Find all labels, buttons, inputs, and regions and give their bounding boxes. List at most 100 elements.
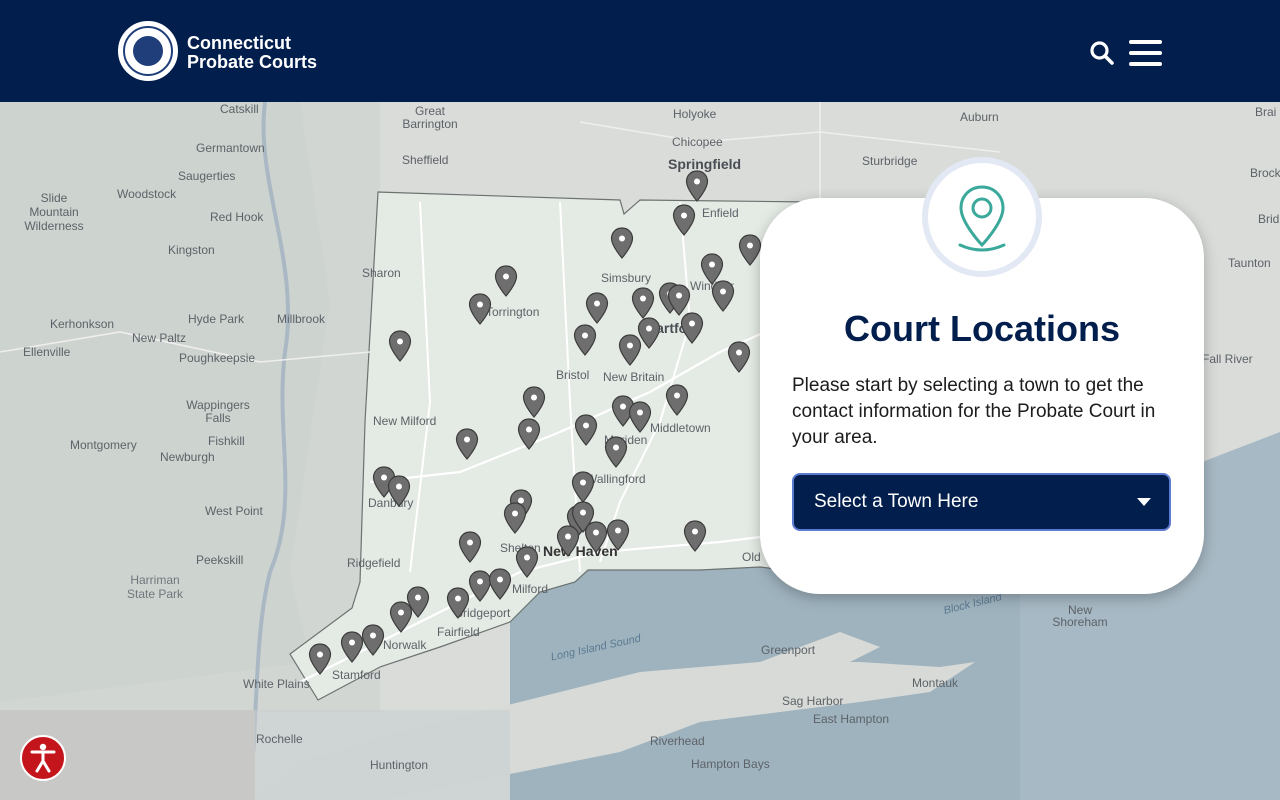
map-pin-icon[interactable] [515, 546, 539, 578]
map-pin-icon[interactable] [308, 643, 332, 675]
place-label: Enfield [702, 206, 739, 220]
place-label: New Shoreham [1052, 603, 1108, 629]
map-pin-icon[interactable] [522, 386, 546, 418]
place-label: Huntington [370, 758, 429, 772]
accessibility-icon [30, 743, 56, 773]
map-pin-icon[interactable] [685, 170, 709, 202]
map-pin-icon[interactable] [584, 521, 608, 553]
place-label: Hampton Bays [691, 757, 770, 771]
hamburger-icon-bar [1129, 51, 1162, 55]
menu-button[interactable] [1129, 40, 1163, 66]
place-label: Taunton [1228, 256, 1271, 270]
map-pin-icon[interactable] [604, 436, 628, 468]
place-label: Peekskill [196, 553, 244, 567]
place-label: Hyde Park [188, 312, 245, 326]
map-pin-icon[interactable] [618, 334, 642, 366]
map-pin-icon[interactable] [574, 414, 598, 446]
map-pin-icon[interactable] [340, 631, 364, 663]
place-label: Catskill [220, 102, 259, 116]
place-label: Great Barrington [402, 104, 458, 131]
map-pin-icon[interactable] [683, 520, 707, 552]
place-label: Sturbridge [862, 154, 918, 168]
place-label: Riverhead [650, 734, 705, 748]
place-label: New Paltz [132, 331, 187, 345]
map-pin-icon[interactable] [571, 471, 595, 503]
place-label: Brai [1255, 105, 1277, 119]
place-label: Auburn [960, 110, 999, 124]
map-pin-icon[interactable] [606, 519, 630, 551]
place-label: Simsbury [601, 271, 652, 285]
map-pin-icon[interactable] [361, 624, 385, 656]
location-pin-icon [958, 185, 1006, 252]
card-title: Court Locations [844, 308, 1120, 349]
brand-line-2: Probate Courts [187, 52, 318, 72]
place-label: Harriman State Park [126, 573, 184, 601]
place-label: Kingston [168, 243, 215, 257]
map-pin-icon[interactable] [389, 601, 413, 633]
place-label: Montgomery [70, 438, 137, 452]
place-label: Woodstock [117, 187, 177, 201]
map-pin-icon[interactable] [556, 525, 580, 557]
place-label: Germantown [196, 141, 265, 155]
map-pin-icon[interactable] [387, 475, 411, 507]
place-label: Brock [1250, 166, 1280, 180]
place-label: Red Hook [210, 210, 264, 224]
map-pin-icon[interactable] [573, 324, 597, 356]
map-pin-icon[interactable] [631, 287, 655, 319]
map-pin-icon[interactable] [517, 418, 541, 450]
map-pin-icon[interactable] [388, 330, 412, 362]
hamburger-icon [1129, 40, 1162, 44]
place-label: Sag Harbor [782, 694, 844, 708]
town-select[interactable]: Select a Town Here [792, 473, 1171, 531]
map-pin-icon[interactable] [672, 204, 696, 236]
place-label: Slide Mountain Wilderness [24, 191, 84, 233]
place-label: Brid [1258, 212, 1280, 226]
place-label: Wappingers Falls [186, 398, 250, 425]
accessibility-button[interactable] [20, 735, 66, 781]
place-label: Millbrook [277, 312, 326, 326]
place-label: Chicopee [672, 135, 723, 149]
state-seal-icon[interactable] [118, 21, 178, 81]
map-pin-icon[interactable] [503, 502, 527, 534]
place-label: Poughkeepsie [179, 351, 256, 365]
map-pin-icon[interactable] [680, 312, 704, 344]
place-label: Sheffield [402, 153, 449, 167]
map-pin-icon[interactable] [628, 401, 652, 433]
place-label: Sharon [362, 266, 401, 280]
search-icon [1090, 41, 1114, 65]
place-label: Newburgh [160, 450, 215, 464]
place-label: New Milford [373, 414, 437, 428]
map-pin-icon[interactable] [711, 280, 735, 312]
place-label: White Plains [243, 677, 310, 691]
site-brand[interactable]: Connecticut Probate Courts [187, 34, 317, 72]
seal-center [133, 36, 163, 66]
map-pin-icon[interactable] [665, 384, 689, 416]
place-label: Torrington [486, 305, 540, 319]
place-label: Fairfield [437, 625, 480, 639]
map-pin-icon[interactable] [738, 234, 762, 266]
site-header: Connecticut Probate Courts [0, 0, 1280, 102]
hamburger-icon-bar [1129, 62, 1162, 66]
map-pin-icon[interactable] [494, 265, 518, 297]
map-pin-icon[interactable] [458, 531, 482, 563]
map-pin-icon[interactable] [610, 227, 634, 259]
place-label: Ridgefield [347, 556, 401, 570]
place-label: Middletown [650, 421, 711, 435]
place-label: Fall River [1202, 352, 1253, 366]
place-label: Rochelle [256, 732, 303, 746]
map-pin-icon[interactable] [585, 292, 609, 324]
place-label: Holyoke [673, 107, 717, 121]
place-label: East Hampton [813, 712, 890, 726]
map-pin-icon[interactable] [446, 587, 470, 619]
place-label: Fishkill [208, 434, 245, 448]
map-pin-icon[interactable] [727, 341, 751, 373]
place-label: Norwalk [383, 638, 427, 652]
place-label: Ellenville [23, 345, 71, 359]
search-button[interactable] [1089, 40, 1115, 66]
brand-line-1: Connecticut [187, 33, 292, 53]
map-pin-icon[interactable] [455, 428, 479, 460]
town-select-label: Select a Town Here [814, 491, 979, 512]
chevron-down-icon [1137, 498, 1151, 506]
map-pin-icon[interactable] [468, 293, 492, 325]
map-pin-icon[interactable] [488, 568, 512, 600]
